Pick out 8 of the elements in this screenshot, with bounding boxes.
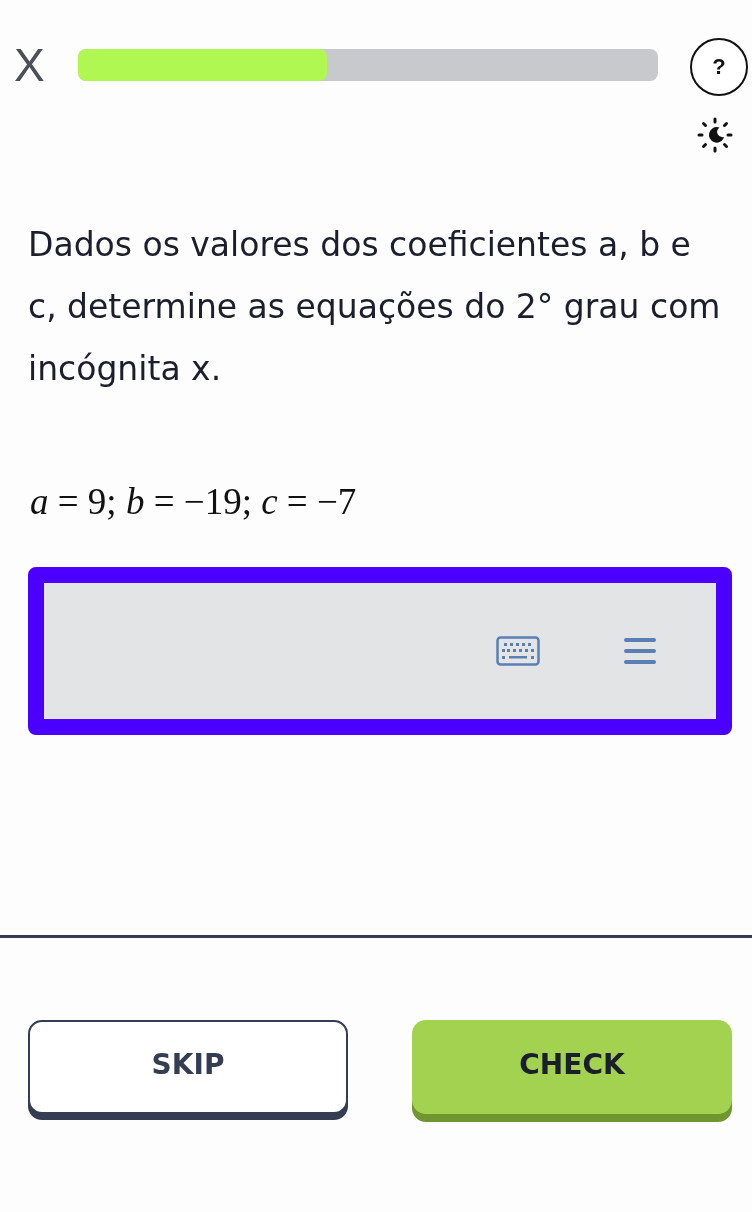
equation-text: a = 9; b = −19; c = −7 bbox=[30, 480, 357, 523]
close-button[interactable]: X bbox=[14, 42, 78, 88]
keyboard-icon[interactable] bbox=[496, 636, 540, 666]
menu-icon[interactable] bbox=[624, 637, 656, 665]
help-button[interactable]: ? bbox=[690, 38, 748, 96]
theme-toggle-icon[interactable] bbox=[696, 116, 734, 154]
question-text: Dados os valores dos coeficientes a, b e c, determine as equações do 2° grau com incógnita x. bbox=[28, 224, 722, 390]
answer-field[interactable] bbox=[28, 567, 732, 735]
